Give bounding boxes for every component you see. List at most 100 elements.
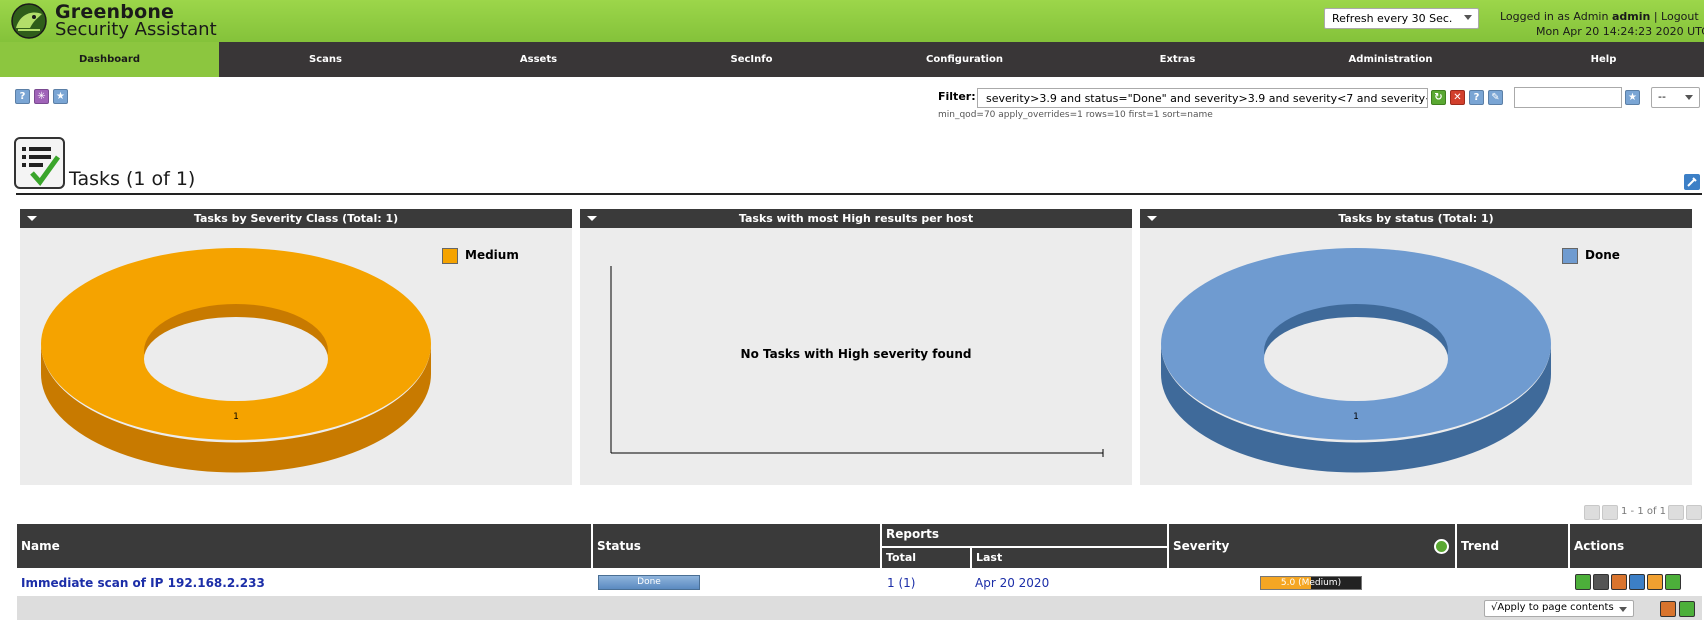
apply-to-select[interactable]: √Apply to page contents [1484, 600, 1634, 617]
no-data-message: No Tasks with High severity found [740, 347, 972, 361]
user-role: Admin [1573, 10, 1609, 23]
panel-status: Tasks by status (Total: 1) Done 1 [1140, 209, 1692, 485]
header-label: Reports [886, 527, 940, 541]
save-filter-icon[interactable]: ★ [1625, 90, 1640, 105]
username-link[interactable]: admin [1612, 10, 1650, 23]
collapse-icon[interactable] [587, 216, 597, 221]
filter-select[interactable]: -- [1651, 87, 1700, 108]
nav-dashboard[interactable]: Dashboard [0, 42, 219, 77]
first-page-icon[interactable] [1584, 505, 1600, 520]
export-icon[interactable] [1665, 574, 1681, 590]
header-label: Name [21, 539, 60, 553]
help-icon[interactable]: ? [15, 89, 30, 104]
trashcan-icon[interactable] [1611, 574, 1627, 590]
nav-help[interactable]: Help [1497, 42, 1704, 77]
column-header-total[interactable]: Total [882, 548, 970, 568]
refresh-select-value: Refresh every 30 Sec. [1332, 12, 1453, 25]
column-header-severity[interactable]: Severity [1169, 524, 1455, 568]
nav-scans[interactable]: Scans [219, 42, 432, 77]
logout-link[interactable]: Logout [1661, 10, 1699, 23]
collapse-icon[interactable] [27, 216, 37, 221]
header-label: Last [976, 551, 1003, 564]
new-task-icon[interactable]: ★ [53, 89, 68, 104]
table-footer [17, 596, 1702, 620]
slice-value-label: 1 [233, 412, 239, 422]
column-header-trend[interactable]: Trend [1457, 524, 1568, 568]
report-total-link[interactable]: 1 (1) [887, 576, 915, 590]
header-label: Status [597, 539, 641, 553]
page-title: Tasks (1 of 1) [69, 168, 196, 190]
pagination-text: 1 - 1 of 1 [1621, 506, 1667, 517]
panel-title: Tasks with most High results per host [738, 212, 974, 225]
reset-filter-icon[interactable]: ✕ [1450, 90, 1465, 105]
header-label: Actions [1574, 539, 1625, 553]
clone-icon[interactable] [1647, 574, 1663, 590]
main-nav: Dashboard Scans Assets SecInfo Configura… [0, 42, 1704, 77]
quick-filter-input[interactable] [1514, 87, 1622, 108]
task-name-link[interactable]: Immediate scan of IP 192.168.2.233 [21, 576, 265, 590]
slice-value-label: 1 [1353, 412, 1359, 422]
donut-slice[interactable] [1161, 248, 1551, 473]
chevron-down-icon [1464, 15, 1472, 20]
login-info: Logged in as Admin admin | Logout [1500, 10, 1699, 23]
severity-bar: 5.0 (Medium) [1260, 576, 1362, 590]
bulk-export-icon[interactable] [1679, 601, 1695, 617]
column-header-reports: Reports [882, 524, 1167, 546]
filter-label: Filter: [938, 90, 976, 103]
nav-configuration[interactable]: Configuration [858, 42, 1071, 77]
edit-icon[interactable] [1629, 574, 1645, 590]
edit-dashboard-icon[interactable] [1684, 174, 1700, 190]
header-separator: | [1653, 10, 1658, 23]
greenbone-logo-icon[interactable] [8, 2, 50, 40]
apply-select-value: √Apply to page contents [1491, 602, 1614, 613]
status-donut-chart: 1 [1161, 248, 1551, 473]
panel-title: Tasks by Severity Class (Total: 1) [193, 212, 399, 225]
tasks-icon [14, 137, 65, 189]
severity-text: 5.0 (Medium) [1280, 578, 1342, 588]
header-bar: Greenbone Security Assistant Refresh eve… [0, 0, 1704, 42]
filter-help-icon[interactable]: ? [1469, 90, 1484, 105]
nav-extras[interactable]: Extras [1071, 42, 1284, 77]
header-label: Total [886, 551, 917, 564]
nav-administration[interactable]: Administration [1284, 42, 1497, 77]
refresh-filter-icon[interactable]: ↻ [1431, 90, 1446, 105]
donut-slice[interactable] [41, 248, 431, 473]
collapse-icon[interactable] [1147, 216, 1157, 221]
filter-params: min_qod=70 apply_overrides=1 rows=10 fir… [938, 110, 1213, 120]
filter-input[interactable]: severity>3.9 and status="Done" and sever… [977, 88, 1428, 108]
logged-in-label: Logged in as [1500, 10, 1570, 23]
status-progress-bar: Done [598, 575, 700, 590]
nav-assets[interactable]: Assets [432, 42, 645, 77]
title-divider [16, 193, 1702, 195]
column-header-name[interactable]: Name [17, 524, 591, 568]
panel-high-results: Tasks with most High results per host No… [580, 209, 1132, 485]
refresh-interval-select[interactable]: Refresh every 30 Sec. [1324, 8, 1479, 29]
panel-title: Tasks by status (Total: 1) [1338, 212, 1494, 225]
bulk-trashcan-icon[interactable] [1660, 601, 1676, 617]
start-icon[interactable] [1575, 574, 1591, 590]
column-header-status[interactable]: Status [593, 524, 880, 568]
task-wizard-icon[interactable]: ✳ [34, 89, 49, 104]
panel-severity-class: Tasks by Severity Class (Total: 1) Mediu… [20, 209, 572, 485]
chevron-down-icon [1619, 607, 1627, 612]
header-label: Severity [1173, 539, 1230, 553]
edit-filter-icon[interactable]: ✎ [1488, 90, 1503, 105]
chevron-down-icon [1685, 95, 1693, 100]
brand-subtitle: Security Assistant [55, 19, 217, 40]
last-page-icon[interactable] [1686, 505, 1702, 520]
panel-header[interactable]: Tasks with most High results per host [580, 209, 1132, 228]
resume-icon[interactable] [1593, 574, 1609, 590]
overrides-icon[interactable] [1434, 539, 1449, 554]
column-header-last[interactable]: Last [972, 548, 1167, 568]
filter-select-value: -- [1658, 90, 1666, 103]
previous-page-icon[interactable] [1602, 505, 1618, 520]
panel-header[interactable]: Tasks by status (Total: 1) [1140, 209, 1692, 228]
server-datetime: Mon Apr 20 14:24:23 2020 UTC [1536, 25, 1704, 38]
panel-header[interactable]: Tasks by Severity Class (Total: 1) [20, 209, 572, 228]
report-last-link[interactable]: Apr 20 2020 [975, 576, 1049, 590]
header-label: Trend [1461, 539, 1500, 553]
next-page-icon[interactable] [1668, 505, 1684, 520]
severity-donut-chart: 1 [41, 248, 431, 473]
nav-secinfo[interactable]: SecInfo [645, 42, 858, 77]
column-header-actions: Actions [1570, 524, 1702, 568]
